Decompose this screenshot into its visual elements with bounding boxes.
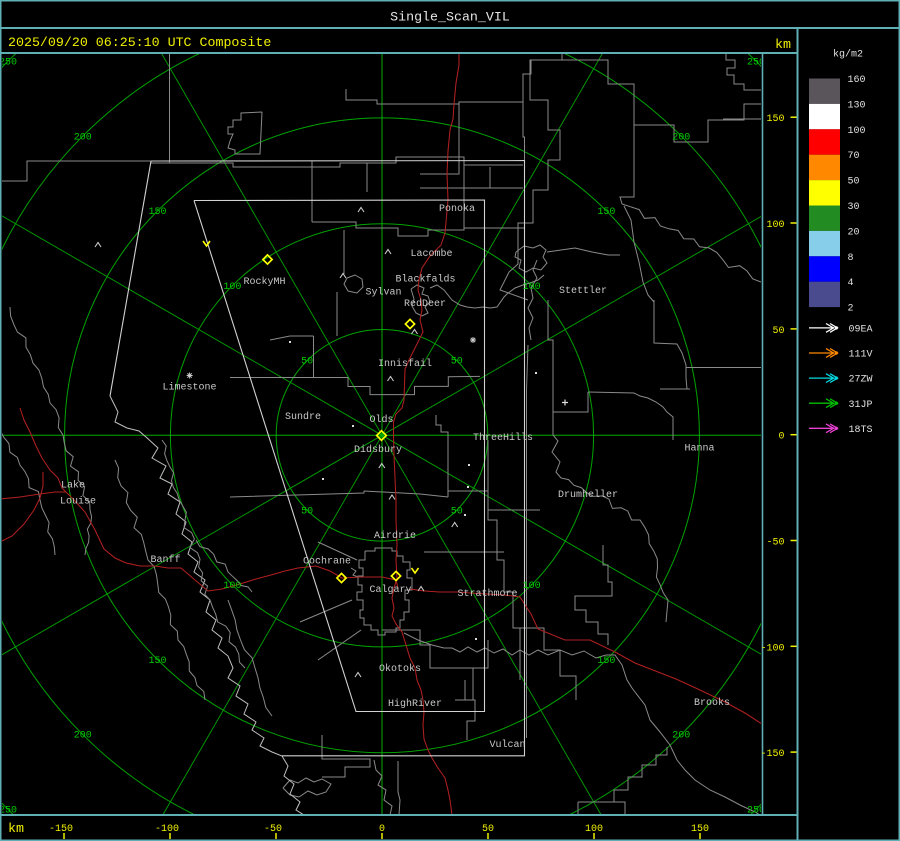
svg-text:Sylvan: Sylvan xyxy=(366,287,402,299)
svg-text:200: 200 xyxy=(672,132,690,143)
svg-text:Vulcan: Vulcan xyxy=(490,739,526,751)
svg-text:50: 50 xyxy=(482,824,494,835)
svg-text:150: 150 xyxy=(691,824,709,835)
svg-text:27ZW: 27ZW xyxy=(849,375,873,386)
svg-text:Lake: Lake xyxy=(61,480,85,492)
svg-text:50: 50 xyxy=(772,326,784,337)
svg-text:150: 150 xyxy=(766,114,784,125)
svg-text:Lacombe: Lacombe xyxy=(411,248,453,260)
svg-text:km: km xyxy=(8,821,24,836)
svg-text:kg/m2: kg/m2 xyxy=(833,49,863,61)
svg-text:100: 100 xyxy=(585,824,603,835)
svg-text:31JP: 31JP xyxy=(849,400,873,411)
svg-text:4: 4 xyxy=(848,278,854,289)
svg-text:Airdrie: Airdrie xyxy=(374,530,416,542)
svg-text:Single_Scan_VIL: Single_Scan_VIL xyxy=(390,10,510,25)
svg-text:50: 50 xyxy=(301,506,313,517)
svg-text:150: 150 xyxy=(597,656,615,667)
svg-text:150: 150 xyxy=(597,207,615,218)
svg-text:70: 70 xyxy=(848,151,860,162)
svg-text:111V: 111V xyxy=(849,350,873,361)
svg-text:2: 2 xyxy=(848,304,854,315)
svg-text:Stettler: Stettler xyxy=(559,285,607,297)
svg-text:-100: -100 xyxy=(760,643,784,654)
svg-text:18TS: 18TS xyxy=(849,425,873,436)
svg-text:130: 130 xyxy=(848,100,866,111)
svg-text:Cochrane: Cochrane xyxy=(303,556,351,568)
svg-text:100: 100 xyxy=(848,126,866,137)
svg-text:100: 100 xyxy=(523,581,541,592)
svg-text:160: 160 xyxy=(848,75,866,86)
svg-text:Didsbury: Didsbury xyxy=(354,444,402,456)
svg-text:20: 20 xyxy=(848,227,860,238)
svg-text:30: 30 xyxy=(848,202,860,213)
svg-text:50: 50 xyxy=(848,177,860,188)
svg-text:RedDeer: RedDeer xyxy=(404,298,446,310)
svg-text:km: km xyxy=(775,37,791,52)
svg-text:250: 250 xyxy=(0,57,17,68)
svg-text:-150: -150 xyxy=(49,824,73,835)
svg-text:50: 50 xyxy=(451,506,463,517)
svg-text:Strathmore: Strathmore xyxy=(458,588,518,600)
svg-text:100: 100 xyxy=(223,282,241,293)
svg-text:-50: -50 xyxy=(766,538,784,549)
svg-text:150: 150 xyxy=(149,207,167,218)
svg-text:50: 50 xyxy=(301,357,313,368)
svg-text:100: 100 xyxy=(523,282,541,293)
svg-text:Olds: Olds xyxy=(370,414,394,426)
svg-text:Banff: Banff xyxy=(151,554,181,566)
svg-text:HighRiver: HighRiver xyxy=(388,698,442,710)
svg-text:100: 100 xyxy=(766,220,784,231)
svg-text:Calgary: Calgary xyxy=(370,584,412,596)
svg-text:200: 200 xyxy=(74,132,92,143)
svg-text:-100: -100 xyxy=(155,824,179,835)
svg-text:Okotoks: Okotoks xyxy=(379,663,421,675)
svg-text:200: 200 xyxy=(672,731,690,742)
svg-text:RockyMH: RockyMH xyxy=(244,276,286,288)
svg-text:Brooks: Brooks xyxy=(694,697,730,709)
svg-text:Ponoka: Ponoka xyxy=(439,203,475,215)
svg-text:Drumheller: Drumheller xyxy=(558,489,618,501)
svg-text:2025/09/20 06:25:10 UTC Compos: 2025/09/20 06:25:10 UTC Composite xyxy=(8,35,271,50)
svg-text:-50: -50 xyxy=(264,824,282,835)
svg-text:Hanna: Hanna xyxy=(685,444,715,455)
svg-text:200: 200 xyxy=(74,731,92,742)
svg-text:8: 8 xyxy=(848,253,854,264)
svg-text:0: 0 xyxy=(778,432,784,443)
svg-text:Sundre: Sundre xyxy=(285,411,321,423)
svg-text:100: 100 xyxy=(223,581,241,592)
svg-text:0: 0 xyxy=(379,824,385,835)
svg-text:50: 50 xyxy=(451,357,463,368)
svg-text:Louise: Louise xyxy=(60,496,96,508)
svg-text:-150: -150 xyxy=(760,749,784,760)
svg-text:Limestone: Limestone xyxy=(163,382,217,394)
svg-text:ThreeHills: ThreeHills xyxy=(473,432,533,444)
svg-text:Innisfail: Innisfail xyxy=(378,358,432,370)
svg-text:Blackfalds: Blackfalds xyxy=(396,274,456,286)
svg-text:150: 150 xyxy=(149,656,167,667)
svg-text:09EA: 09EA xyxy=(849,325,873,336)
